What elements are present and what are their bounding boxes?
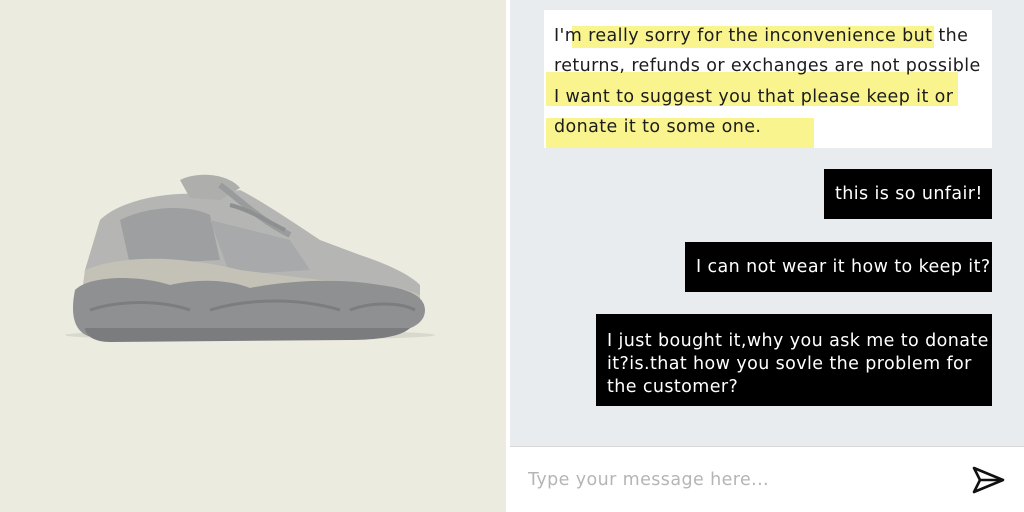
agent-message-line: returns, refunds or exchanges are not po… bbox=[554, 56, 981, 76]
message-composer bbox=[510, 446, 1024, 512]
send-icon bbox=[972, 466, 1005, 494]
user-message-line: I just bought it,why you ask me to donat… bbox=[607, 331, 989, 351]
sneaker-image bbox=[60, 160, 440, 350]
user-message-bubble: I can not wear it how to keep it? bbox=[685, 242, 992, 292]
agent-message-line: I want to suggest you that please keep i… bbox=[554, 87, 954, 107]
send-button[interactable] bbox=[968, 462, 1008, 498]
agent-message-bubble: I'm really sorry for the inconvenience b… bbox=[544, 10, 992, 148]
chat-panel: I'm really sorry for the inconvenience b… bbox=[510, 0, 1024, 512]
user-message-line: the customer? bbox=[607, 377, 739, 397]
user-message-line: this is so unfair! bbox=[835, 184, 983, 204]
agent-message-line: I'm really sorry for the inconvenience b… bbox=[554, 26, 969, 46]
user-message-line: it?is.that how you sovle the problem for bbox=[607, 354, 972, 374]
user-message-line: I can not wear it how to keep it? bbox=[696, 257, 991, 277]
user-message-bubble: this is so unfair! bbox=[824, 169, 992, 219]
user-message-bubble: I just bought it,why you ask me to donat… bbox=[596, 314, 992, 406]
agent-message-line: donate it to some one. bbox=[554, 117, 762, 137]
message-input[interactable] bbox=[526, 461, 950, 499]
product-image-panel bbox=[0, 0, 506, 512]
